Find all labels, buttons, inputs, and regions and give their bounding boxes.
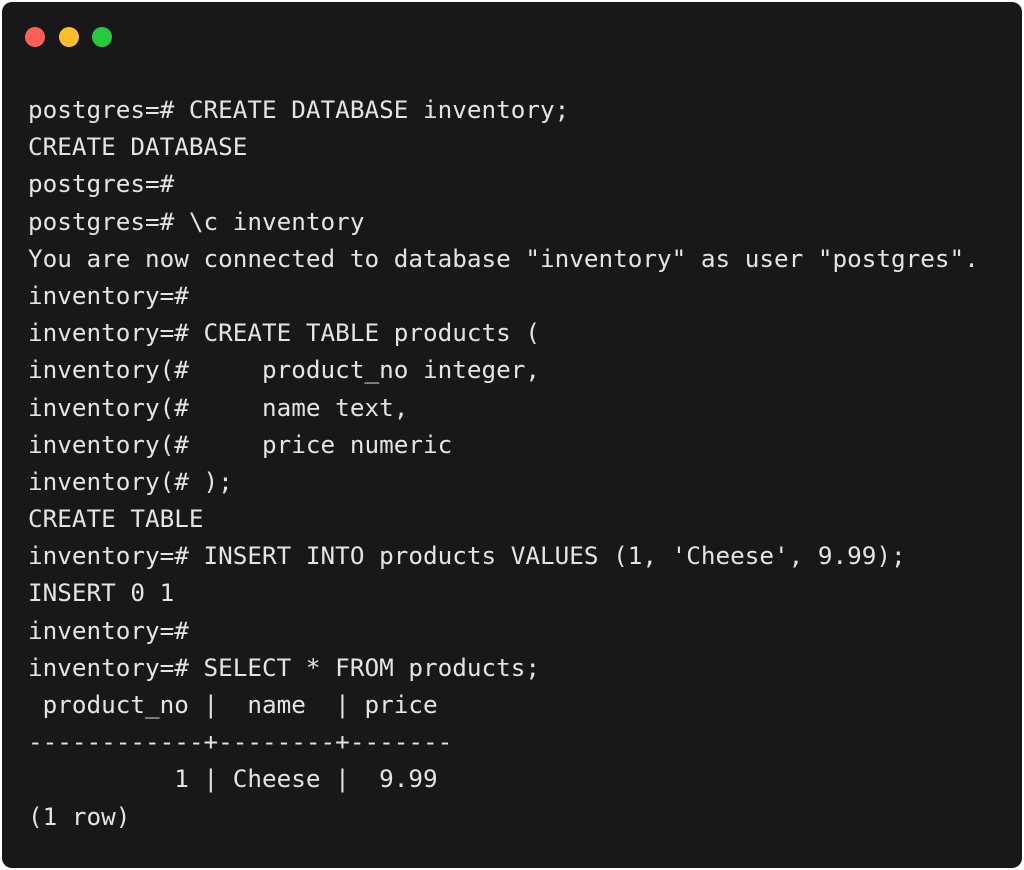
terminal-window: postgres=# CREATE DATABASE inventory; CR…	[2, 2, 1022, 868]
result-row: 1 | Cheese | 9.99	[28, 764, 438, 794]
terminal-line: inventory(# );	[28, 466, 233, 496]
terminal-line: CREATE DATABASE	[28, 132, 248, 162]
terminal-line: inventory=# INSERT INTO products VALUES …	[28, 541, 906, 571]
terminal-line: inventory(# price numeric	[28, 429, 453, 459]
terminal-line: postgres=# CREATE DATABASE inventory;	[28, 95, 570, 124]
result-separator: ------------+--------+-------	[28, 727, 453, 757]
terminal-line: inventory=# SELECT * FROM products;	[28, 652, 540, 682]
terminal-line: inventory(# product_no integer,	[28, 355, 540, 385]
terminal-line: inventory=#	[28, 280, 189, 310]
terminal-line: postgres=# \c inventory	[28, 206, 365, 236]
terminal-line: INSERT 0 1	[28, 578, 175, 608]
terminal-line: You are now connected to database "inven…	[28, 243, 979, 273]
terminal-line: CREATE TABLE	[28, 504, 204, 534]
maximize-dot-icon[interactable]	[92, 27, 112, 47]
title-bar	[2, 2, 1022, 72]
terminal-line: inventory(# name text,	[28, 392, 409, 422]
row-count: (1 row)	[28, 801, 131, 831]
terminal-line: inventory=#	[28, 615, 189, 645]
terminal-output[interactable]: postgres=# CREATE DATABASE inventory; CR…	[28, 91, 1012, 835]
close-dot-icon[interactable]	[25, 27, 45, 47]
minimize-dot-icon[interactable]	[59, 27, 79, 47]
terminal-line: postgres=#	[28, 169, 175, 199]
result-header-row: product_no | name | price	[28, 690, 438, 719]
terminal-line: inventory=# CREATE TABLE products (	[28, 318, 540, 348]
